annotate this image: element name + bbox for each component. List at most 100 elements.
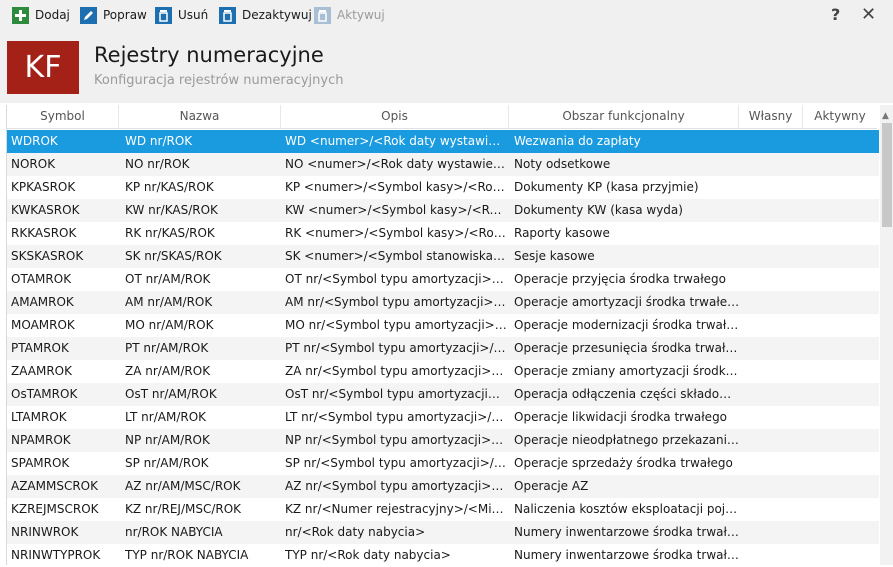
deactivate-button[interactable]: Dezaktywuj: [219, 4, 312, 26]
column-header-symbol[interactable]: Symbol: [7, 105, 119, 128]
cell-symbol: OsTAMROK: [11, 387, 78, 401]
cell-obszar: Numery inwentarzowe środka trwałego: [514, 525, 740, 539]
trash-icon: [155, 6, 172, 24]
cell-opis: LT nr/<Symbol typu amortyzacji>/<Rok dat…: [285, 410, 507, 424]
cell-opis: KZ nr/<Numer rejestracyjny>/<Miesiąc>/<R…: [285, 502, 507, 516]
cell-nazwa: KZ nr/REJ/MSC/ROK: [125, 502, 242, 516]
cell-obszar: Operacje amortyzacji środka trwałego: [514, 295, 740, 309]
cell-symbol: NOROK: [11, 157, 56, 171]
cell-obszar: Dokumenty KP (kasa przyjmie): [514, 180, 699, 194]
cell-nazwa: NP nr/AM/ROK: [125, 433, 210, 447]
toolbar: Dodaj Popraw Usuń Dezaktywuj Aktywuj ? ✕: [0, 0, 893, 31]
cell-obszar: Operacje nieodpłatnego przekazania środk…: [514, 433, 740, 447]
cell-nazwa: MO nr/AM/ROK: [125, 318, 214, 332]
cell-symbol: LTAMROK: [11, 410, 67, 424]
cell-opis: OsT nr/<Symbol typu amortyzacji>/<Rok da…: [285, 387, 507, 401]
cell-opis: NP nr/<Symbol typu amortyzacji>/<Rok dat…: [285, 433, 507, 447]
cell-nazwa: ZA nr/AM/ROK: [125, 364, 211, 378]
cell-opis: AM nr/<Symbol typu amortyzacji>/<Rok dat…: [285, 295, 507, 309]
table-row[interactable]: NRINWTYPROK TYP nr/ROK NABYCIA TYP nr/<Rok…: [7, 544, 879, 567]
scrollbar-thumb[interactable]: [882, 123, 892, 227]
table-row[interactable]: AZAMMSCROK AZ nr/AM/MSC/ROK AZ nr/<Symbol …: [7, 475, 879, 498]
cell-symbol: RKKASROK: [11, 226, 77, 240]
registers-grid: Symbol Nazwa Opis Obszar funkcjonalny Wł…: [6, 105, 893, 565]
page-title: Rejestry numeracyjne: [94, 43, 324, 67]
cell-symbol: NPAMROK: [11, 433, 71, 447]
cell-nazwa: NO nr/ROK: [125, 157, 190, 171]
close-button[interactable]: ✕: [861, 4, 876, 25]
column-header-nazwa[interactable]: Nazwa: [119, 105, 281, 128]
table-row[interactable]: WDROK WD nr/ROK WD <numer>/<Rok daty wysta…: [7, 130, 879, 153]
cell-opis: KW <numer>/<Symbol kasy>/<Rok daty wysta…: [285, 203, 507, 217]
trash-icon: [314, 6, 331, 24]
cell-symbol: SPAMROK: [11, 456, 70, 470]
cell-obszar: Operacje likwidacji środka trwałego: [514, 410, 728, 424]
cell-opis: SK <numer>/<Symbol stanowiska>/<Rok daty…: [285, 249, 507, 263]
module-logo: KF: [7, 41, 79, 94]
delete-button[interactable]: Usuń: [155, 4, 208, 26]
table-row[interactable]: SPAMROK SP nr/AM/ROK SP nr/<Symbol typu am…: [7, 452, 879, 475]
cell-symbol: NRINWROK: [11, 525, 79, 539]
activate-button[interactable]: Aktywuj: [314, 4, 385, 26]
cell-obszar: Naliczenia kosztów eksploatacji pojazdów: [514, 502, 740, 516]
table-row[interactable]: KPKASROK KP nr/KAS/ROK KP <numer>/<Symbol …: [7, 176, 879, 199]
cell-obszar: Wezwania do zapłaty: [514, 134, 641, 148]
pencil-icon: [80, 6, 97, 24]
activate-label: Aktywuj: [337, 8, 385, 22]
column-header-aktywny[interactable]: Aktywny: [803, 105, 877, 128]
cell-nazwa: OT nr/AM/ROK: [125, 272, 211, 286]
table-row[interactable]: MOAMROK MO nr/AM/ROK MO nr/<Symbol typu am…: [7, 314, 879, 337]
add-button[interactable]: Dodaj: [12, 4, 70, 26]
table-row[interactable]: OsTAMROK OsT nr/AM/ROK OsT nr/<Symbol typu…: [7, 383, 879, 406]
cell-nazwa: nr/ROK NABYCIA: [125, 525, 223, 539]
cell-nazwa: KW nr/KAS/ROK: [125, 203, 218, 217]
table-row[interactable]: SKSKASROK SK nr/SKAS/ROK SK <numer>/<Symbo…: [7, 245, 879, 268]
help-button[interactable]: ?: [831, 5, 840, 24]
edit-label: Popraw: [103, 8, 147, 22]
table-row[interactable]: PTAMROK PT nr/AM/ROK PT nr/<Symbol typu am…: [7, 337, 879, 360]
cell-nazwa: OsT nr/AM/ROK: [125, 387, 217, 401]
cell-opis: AZ nr/<Symbol typu amortyzacji>/<Miesiąc…: [285, 479, 507, 493]
column-header-obszar[interactable]: Obszar funkcjonalny: [509, 105, 739, 128]
cell-symbol: PTAMROK: [11, 341, 69, 355]
cell-opis: ZA nr/<Symbol typu amortyzacji>/<Rok dat…: [285, 364, 507, 378]
cell-symbol: ZAAMROK: [11, 364, 72, 378]
cell-opis: WD <numer>/<Rok daty wystawienia>: [285, 134, 507, 148]
plus-icon: [12, 6, 29, 24]
table-row[interactable]: NOROK NO nr/ROK NO <numer>/<Rok daty wysta…: [7, 153, 879, 176]
table-row[interactable]: ZAAMROK ZA nr/AM/ROK ZA nr/<Symbol typu am…: [7, 360, 879, 383]
table-row[interactable]: NRINWROK nr/ROK NABYCIA nr/<Rok daty nabyc…: [7, 521, 879, 544]
edit-button[interactable]: Popraw: [80, 4, 147, 26]
cell-obszar: Operacje modernizacji środka trwałego: [514, 318, 740, 332]
table-row[interactable]: LTAMROK LT nr/AM/ROK LT nr/<Symbol typu am…: [7, 406, 879, 429]
cell-nazwa: WD nr/ROK: [125, 134, 193, 148]
cell-nazwa: LT nr/AM/ROK: [125, 410, 207, 424]
table-row[interactable]: KWKASROK KW nr/KAS/ROK KW <numer>/<Symbol …: [7, 199, 879, 222]
cell-symbol: KPKASROK: [11, 180, 76, 194]
cell-opis: PT nr/<Symbol typu amortyzacji>/<Rok dat…: [285, 341, 507, 355]
cell-nazwa: KP nr/KAS/ROK: [125, 180, 214, 194]
vertical-scrollbar[interactable]: ▲: [880, 105, 893, 565]
deactivate-label: Dezaktywuj: [242, 8, 312, 22]
table-row[interactable]: KZREJMSCROK KZ nr/REJ/MSC/ROK KZ nr/<Numer…: [7, 498, 879, 521]
cell-obszar: Sesje kasowe: [514, 249, 595, 263]
cell-opis: NO <numer>/<Rok daty wystawienia>: [285, 157, 507, 171]
column-header-wlasny[interactable]: Własny: [739, 105, 803, 128]
cell-opis: SP nr/<Symbol typu amortyzacji>/<Rok dat…: [285, 456, 507, 470]
scroll-up-icon[interactable]: ▲: [882, 111, 889, 121]
grid-rows: WDROK WD nr/ROK WD <numer>/<Rok daty wysta…: [7, 130, 879, 567]
table-row[interactable]: RKKASROK RK nr/KAS/ROK RK <numer>/<Symbol …: [7, 222, 879, 245]
page-subtitle: Konfiguracja rejestrów numeracyjnych: [94, 73, 344, 88]
cell-nazwa: AZ nr/AM/MSC/ROK: [125, 479, 241, 493]
cell-obszar: Operacje zmiany amortyzacji środka trwał…: [514, 364, 740, 378]
delete-label: Usuń: [178, 8, 209, 22]
table-row[interactable]: AMAMROK AM nr/AM/ROK AM nr/<Symbol typu am…: [7, 291, 879, 314]
table-row[interactable]: NPAMROK NP nr/AM/ROK NP nr/<Symbol typu am…: [7, 429, 879, 452]
cell-obszar: Raporty kasowe: [514, 226, 610, 240]
cell-opis: OT nr/<Symbol typu amortyzacji>/<Rok dat…: [285, 272, 507, 286]
cell-symbol: SKSKASROK: [11, 249, 84, 263]
cell-symbol: NRINWTYPROK: [11, 548, 101, 562]
trash-icon: [219, 6, 236, 24]
column-header-opis[interactable]: Opis: [281, 105, 509, 128]
table-row[interactable]: OTAMROK OT nr/AM/ROK OT nr/<Symbol typu am…: [7, 268, 879, 291]
